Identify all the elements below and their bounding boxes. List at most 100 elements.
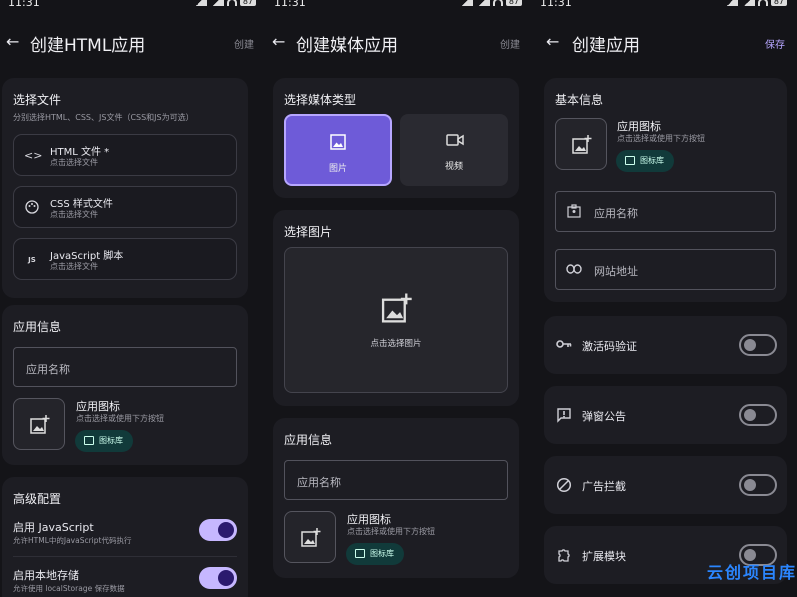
badge-icon [566, 204, 582, 220]
gallery-icon [355, 549, 365, 558]
app-info-card: 应用信息 应用名称 应用图标 点击选择或使用下方按钮 图标库 [2, 305, 248, 465]
file-label: JavaScript 脚本 [50, 251, 124, 262]
icon-hint: 点击选择或使用下方按钮 [617, 134, 705, 143]
gallery-icon [625, 156, 635, 165]
page-title: 创建媒体应用 [296, 36, 398, 56]
card-title: 选择媒体类型 [284, 93, 357, 107]
add-image-icon [30, 415, 50, 434]
card-title: 应用信息 [13, 320, 62, 334]
status-bar: 11:31 87 [266, 0, 532, 12]
advanced-config-card: 高级配置 启用 JavaScript 允许HTML中的JavaScript代码执… [2, 477, 248, 597]
status-bar: 11:31 87 [532, 0, 797, 12]
activation-toggle-switch[interactable] [739, 334, 777, 356]
app-bar: ← 创建应用 保存 [532, 12, 797, 64]
back-arrow-icon[interactable]: ← [6, 32, 19, 51]
link-icon [566, 262, 582, 278]
icon-hint: 点击选择或使用下方按钮 [347, 527, 435, 536]
page-title: 创建HTML应用 [30, 36, 146, 56]
app-name-input[interactable]: 应用名称 [555, 191, 776, 232]
status-bar: 11:31 87 [0, 0, 266, 12]
media-type-image[interactable]: 图片 [284, 114, 392, 186]
save-button[interactable]: 保存 [765, 36, 785, 51]
app-bar: ← 创建媒体应用 创建 [266, 12, 532, 64]
app-icon-picker[interactable] [555, 118, 607, 170]
battery-icon: 87 [770, 0, 787, 6]
setting-activation-code[interactable]: 激活码验证 [544, 316, 787, 374]
battery-icon: 87 [239, 0, 256, 6]
extension-icon [556, 547, 572, 563]
signal-icon [740, 0, 755, 6]
file-sub: 点击选择文件 [50, 158, 98, 167]
key-icon [556, 337, 572, 353]
status-time: 11:31 [8, 0, 40, 9]
storage-toggle-switch[interactable] [199, 567, 237, 589]
setting-label: 广告拦截 [582, 480, 626, 493]
file-sub: 点击选择文件 [50, 262, 98, 271]
image-select-card: 选择图片 点击选择图片 [273, 210, 519, 406]
card-title: 选择文件 [13, 93, 62, 107]
storage-toggle-row: 启用本地存储 允许使用 localStorage 保存数据 [13, 565, 237, 597]
add-image-icon [381, 293, 412, 323]
status-time: 11:31 [540, 0, 572, 9]
icon-hint: 点击选择或使用下方按钮 [76, 414, 164, 423]
create-button[interactable]: 创建 [500, 36, 520, 51]
image-pick-area[interactable]: 点击选择图片 [284, 247, 508, 393]
file-select-card: 选择文件 分别选择HTML、CSS、JS文件（CSS和JS为可选） <> HTM… [2, 78, 248, 298]
card-title: 基本信息 [555, 93, 604, 107]
back-arrow-icon[interactable]: ← [546, 32, 559, 51]
screen-create-web-app: 11:31 87 ← 创建应用 保存 基本信息 应用图标 点击选择或使用下方按钮… [532, 0, 797, 597]
css-file-picker[interactable]: CSS 样式文件 点击选择文件 [13, 186, 237, 228]
icon-label: 应用图标 [76, 400, 120, 413]
icon-label: 应用图标 [617, 120, 661, 133]
pick-hint: 点击选择图片 [370, 339, 422, 349]
placeholder: 应用名称 [297, 476, 341, 489]
js-toggle-switch[interactable] [199, 519, 237, 541]
app-name-input[interactable]: 应用名称 [13, 347, 237, 387]
js-icon: JS [28, 256, 36, 264]
row-label: 启用本地存储 [13, 569, 79, 582]
file-sub: 点击选择文件 [50, 210, 98, 219]
create-button[interactable]: 创建 [234, 36, 254, 51]
screen-create-media-app: 11:31 87 ← 创建媒体应用 创建 选择媒体类型 图片 视频 选择图片 点… [266, 0, 532, 597]
setting-label: 激活码验证 [582, 340, 637, 353]
setting-popup-announcement[interactable]: 弹窗公告 [544, 386, 787, 444]
option-label: 视频 [444, 162, 463, 172]
image-icon [330, 134, 346, 150]
setting-ad-block[interactable]: 广告拦截 [544, 456, 787, 514]
battery-icon: 87 [505, 0, 522, 6]
row-label: 启用 JavaScript [13, 521, 94, 534]
app-icon-picker[interactable] [284, 511, 336, 563]
icon-library-button[interactable]: 图标库 [346, 543, 404, 565]
adblock-toggle-switch[interactable] [739, 474, 777, 496]
placeholder: 网站地址 [594, 265, 638, 278]
app-bar: ← 创建HTML应用 创建 [0, 12, 266, 64]
gallery-icon [84, 436, 94, 445]
placeholder: 应用名称 [594, 207, 638, 220]
icon-label: 应用图标 [347, 513, 391, 526]
html-file-picker[interactable]: <> HTML 文件 * 点击选择文件 [13, 134, 237, 176]
button-label: 图标库 [370, 549, 394, 558]
option-label: 图片 [328, 164, 347, 174]
watermark-text: 云创项目库 [706, 563, 797, 582]
screen-create-html-app: 11:31 87 ← 创建HTML应用 创建 选择文件 分别选择HTML、CSS… [0, 0, 266, 597]
back-arrow-icon[interactable]: ← [272, 32, 285, 51]
page-title: 创建应用 [572, 36, 640, 56]
file-label: HTML 文件 * [50, 147, 110, 158]
file-label: CSS 样式文件 [50, 199, 113, 210]
website-url-input[interactable]: 网站地址 [555, 249, 776, 290]
wifi-icon [226, 0, 237, 6]
announcement-toggle-switch[interactable] [739, 404, 777, 426]
icon-library-button[interactable]: 图标库 [75, 430, 133, 452]
setting-label: 弹窗公告 [582, 410, 626, 423]
icon-library-button[interactable]: 图标库 [616, 150, 674, 172]
status-time: 11:31 [274, 0, 306, 9]
signal-icon [475, 0, 490, 6]
media-type-card: 选择媒体类型 图片 视频 [273, 78, 519, 198]
media-type-video[interactable]: 视频 [400, 114, 508, 186]
js-file-picker[interactable]: JS JavaScript 脚本 点击选择文件 [13, 238, 237, 280]
app-name-input[interactable]: 应用名称 [284, 460, 508, 500]
app-icon-picker[interactable] [13, 398, 65, 450]
wifi-icon [757, 0, 768, 6]
card-hint: 分别选择HTML、CSS、JS文件（CSS和JS为可选） [13, 113, 194, 122]
signal-icon [192, 0, 207, 6]
